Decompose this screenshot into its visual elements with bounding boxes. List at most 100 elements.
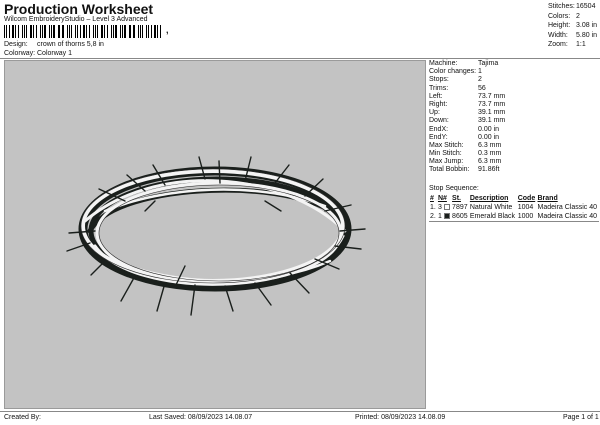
spec-row: Color changes: 1 <box>429 68 599 76</box>
spec-label: Up: <box>429 109 440 117</box>
barcode-bar <box>157 25 158 38</box>
design-row: Design: crown of thorns 5,8 in <box>4 41 104 48</box>
barcode-bar <box>35 25 37 38</box>
spec-value: 39.1 mm <box>478 117 506 125</box>
spec-label: Color changes: <box>429 68 477 76</box>
summary-value: 2 <box>576 12 580 20</box>
barcode-tail: , <box>166 25 169 35</box>
spec-value: 6.3 mm <box>478 141 502 149</box>
row-code: 1004 <box>517 204 534 211</box>
spec-label: Right: <box>429 100 448 108</box>
barcode-bar <box>79 25 81 38</box>
color-swatch-cell <box>443 203 451 212</box>
barcode-bar <box>86 25 87 38</box>
colorway-value: Colorway 1 <box>37 50 73 57</box>
spec-value: 2 <box>478 76 482 84</box>
barcode-bar <box>66 25 68 38</box>
color-swatch <box>443 204 450 211</box>
summary-row: Stitches: 16504 <box>548 2 597 12</box>
summary-value: 3.08 in <box>576 22 598 30</box>
spec-value: Tajima <box>478 60 499 67</box>
created-by: Created By: <box>4 414 41 421</box>
row-brand: Madeira Classic 40 <box>537 213 598 220</box>
colorway-label: Colorway: <box>4 50 36 57</box>
spec-row: Left: 73.7 mm <box>429 93 599 101</box>
spec-value: 0.00 in <box>478 125 500 133</box>
spec-label: Min Stitch: <box>429 150 462 158</box>
col-header-code: Code <box>517 195 536 202</box>
barcode <box>4 25 164 38</box>
barcode-bar <box>146 25 148 38</box>
barcode-bar <box>61 25 64 38</box>
spec-value: 73.7 mm <box>478 100 506 108</box>
summary-label: Width: <box>548 31 568 39</box>
barcode-bar <box>53 25 55 38</box>
spec-row: Total Bobbin: 91.86ft <box>429 166 599 174</box>
barcode-bar <box>49 25 50 38</box>
header-divider <box>0 58 600 59</box>
spec-value: 56 <box>478 84 486 92</box>
barcode-bar <box>159 25 162 38</box>
spec-row: Up: 39.1 mm <box>429 109 599 117</box>
row-brand: Madeira Classic 40 <box>537 204 598 211</box>
barcode-bar <box>139 25 141 38</box>
spec-row: Min Stitch: 0.3 mm <box>429 150 599 158</box>
spec-label: Trims: <box>429 84 449 92</box>
col-header-stitches: St. <box>452 195 461 202</box>
barcode-bar <box>104 25 105 38</box>
barcode-bar <box>97 25 99 38</box>
crown-of-thorns-embroidery <box>66 156 366 316</box>
stop-sequence-table: # N# St. Description Code Brand 1. 3 789… <box>429 194 599 221</box>
spec-value: 0.00 in <box>478 133 500 141</box>
barcode-bar <box>33 25 34 38</box>
barcode-bar <box>121 25 123 38</box>
summary-label: Zoom: <box>548 41 568 49</box>
machine-specs: Machine: Tajima Color changes: 1 Stops: 2 T… <box>429 60 599 175</box>
row-index: 2. <box>430 213 436 220</box>
barcode-bar <box>120 25 121 38</box>
spec-value: 73.7 mm <box>478 92 506 100</box>
worksheet-title: Production Worksheet <box>4 1 154 17</box>
spec-row: EndX: 0.00 in <box>429 126 599 134</box>
row-description: Natural White <box>469 204 513 211</box>
row-index: 1. <box>430 204 436 211</box>
barcode-bar <box>101 25 104 38</box>
summary-value: 1:1 <box>576 41 586 49</box>
barcode-bar <box>6 25 7 38</box>
barcode-bar <box>130 25 131 38</box>
row-description: Emerald Black <box>469 213 516 220</box>
barcode-bar <box>17 25 20 38</box>
col-header-needle: N# <box>437 195 447 202</box>
barcode-bar <box>112 25 114 38</box>
barcode-bar <box>132 25 135 38</box>
barcode-bar <box>15 25 16 38</box>
barcode-bar <box>44 25 47 38</box>
spec-row: Max Stitch: 6.3 mm <box>429 142 599 150</box>
spec-label: Left: <box>429 92 443 100</box>
spec-label: EndY: <box>429 133 448 141</box>
spec-label: Total Bobbin: <box>429 166 470 174</box>
spec-row: Stops: 2 <box>429 76 599 84</box>
spec-row: Right: 73.7 mm <box>429 101 599 109</box>
row-code: 1000 <box>517 213 534 220</box>
stop-table-header-row: # N# St. Description Code Brand <box>429 194 599 203</box>
summary-row: Height: 3.08 in <box>548 21 597 31</box>
worksheet-footer: Created By: Last Saved: 08/09/2023 14.08… <box>0 411 600 425</box>
barcode-bar <box>137 25 139 38</box>
summary-label: Stitches: <box>548 3 575 10</box>
spec-row: Max Jump: 6.3 mm <box>429 158 599 166</box>
barcode-bar <box>124 25 126 38</box>
summary-value: 16504 <box>576 3 596 10</box>
barcode-bar <box>26 25 28 38</box>
barcode-bar <box>71 25 72 38</box>
barcode-bar <box>128 25 130 38</box>
last-saved: Last Saved: 08/09/2023 14.08.07 <box>149 414 253 421</box>
barcode-bar <box>22 25 23 38</box>
barcode-bar <box>41 25 43 38</box>
spec-row: Machine: Tajima <box>429 60 599 68</box>
spec-row: EndY: 0.00 in <box>429 134 599 142</box>
stop-table-rule <box>429 221 599 222</box>
spec-row: Down: 39.1 mm <box>429 117 599 125</box>
spec-label: Max Stitch: <box>429 141 464 149</box>
barcode-bar <box>57 25 59 38</box>
